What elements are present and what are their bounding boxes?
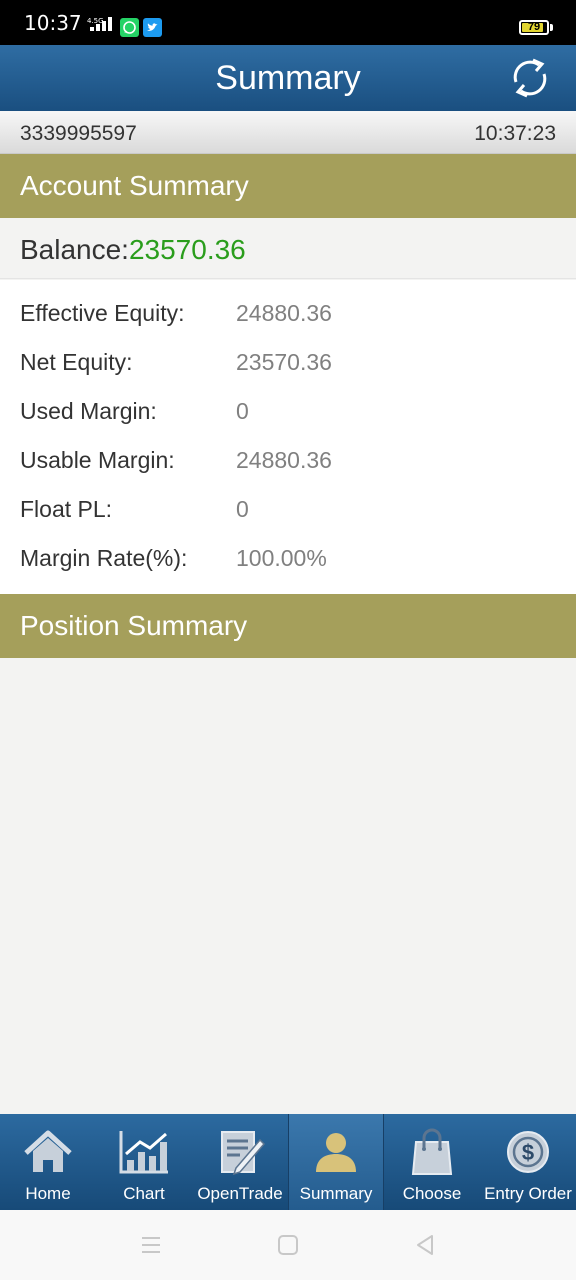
detail-label: Margin Rate(%):	[20, 545, 188, 571]
status-time: 10:37	[24, 11, 82, 35]
tab-entry-order[interactable]: $ Entry Order	[480, 1114, 576, 1210]
edit-icon	[221, 1131, 266, 1176]
account-summary-header: Account Summary	[0, 154, 576, 218]
tab-chart[interactable]: Chart	[96, 1114, 192, 1210]
detail-label: Float PL:	[20, 496, 113, 522]
server-time: 10:37:23	[474, 122, 556, 145]
tab-label: Entry Order	[484, 1184, 572, 1203]
person-icon	[316, 1133, 356, 1172]
account-details: Effective Equity: 24880.36 Net Equity: 2…	[0, 280, 576, 594]
battery-icon: 79	[519, 20, 549, 35]
chart-icon	[119, 1131, 168, 1174]
detail-row-usable-margin: Usable Margin: 24880.36	[0, 437, 576, 486]
refresh-icon[interactable]	[508, 56, 552, 100]
detail-row-net-equity: Net Equity: 23570.36	[0, 339, 576, 388]
tab-label: Summary	[299, 1184, 373, 1203]
account-info-bar: 3339995597 10:37:23	[0, 111, 576, 154]
twitter-icon	[143, 18, 162, 37]
battery-percent: 79	[527, 21, 541, 33]
detail-row-margin-rate: Margin Rate(%): 100.00%	[0, 535, 576, 584]
tab-choose[interactable]: Choose	[384, 1114, 480, 1210]
title-bar: Summary	[0, 45, 576, 111]
balance-row: Balance:23570.36	[0, 218, 576, 279]
detail-label: Effective Equity:	[20, 300, 185, 326]
tab-summary[interactable]: Summary	[288, 1114, 384, 1210]
detail-value: 24880.36	[236, 447, 332, 473]
position-list	[0, 658, 576, 1114]
tab-opentrade[interactable]: OpenTrade	[192, 1114, 288, 1210]
bag-icon	[411, 1128, 453, 1175]
svg-text:$: $	[522, 1140, 534, 1165]
account-number: 3339995597	[20, 122, 137, 145]
detail-value: 24880.36	[236, 300, 332, 326]
home-icon	[24, 1130, 72, 1172]
detail-value: 0	[236, 398, 249, 424]
tab-label: Home	[25, 1184, 71, 1203]
detail-row-float-pl: Float PL: 0	[0, 486, 576, 535]
detail-label: Used Margin:	[20, 398, 157, 424]
balance-value: 23570.36	[128, 234, 246, 265]
summary-screen: 10:37 4.5G 79 Summary 3339995597 10:37:2…	[0, 0, 576, 1280]
dollar-coin-icon: $	[507, 1131, 549, 1173]
detail-label: Net Equity:	[20, 349, 133, 375]
position-summary-header: Position Summary	[0, 594, 576, 658]
system-nav-bar	[0, 1210, 576, 1280]
tab-label: Choose	[402, 1184, 462, 1203]
page-title: Summary	[215, 59, 361, 97]
signal-icon: 4.5G	[87, 10, 115, 38]
tab-label: Chart	[123, 1184, 165, 1203]
detail-value: 23570.36	[236, 349, 332, 375]
detail-value: 100.00%	[236, 545, 327, 571]
balance: Balance:23570.36	[20, 234, 246, 266]
balance-label: Balance:	[20, 234, 129, 265]
detail-row-used-margin: Used Margin: 0	[0, 388, 576, 437]
home-button-icon[interactable]	[275, 1232, 301, 1258]
bottom-tab-bar: Home Chart OpenTrade Summary Choose $ En…	[0, 1114, 576, 1210]
menu-icon[interactable]	[138, 1232, 164, 1258]
status-bar: 10:37 4.5G 79	[0, 0, 576, 45]
tab-home[interactable]: Home	[0, 1114, 96, 1210]
detail-row-effective-equity: Effective Equity: 24880.36	[0, 290, 576, 339]
whatsapp-icon	[120, 18, 139, 37]
back-icon[interactable]	[412, 1232, 438, 1258]
tab-label: OpenTrade	[197, 1184, 283, 1203]
detail-value: 0	[236, 496, 249, 522]
detail-label: Usable Margin:	[20, 447, 175, 473]
